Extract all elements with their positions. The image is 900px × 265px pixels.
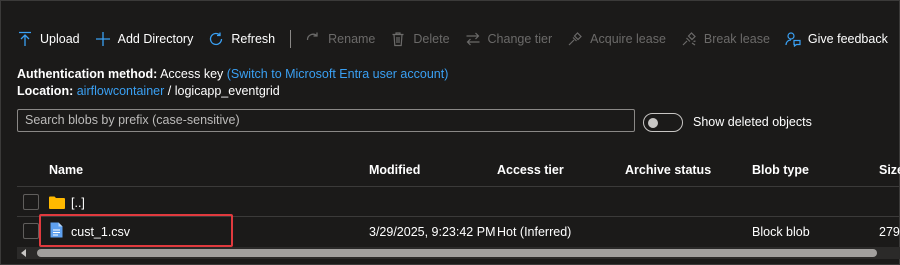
change-tier-label: Change tier xyxy=(487,32,553,46)
refresh-label: Refresh xyxy=(231,32,276,46)
location-line: Location: airflowcontainer / logicapp_ev… xyxy=(17,83,448,100)
header-divider xyxy=(17,186,900,187)
connection-info: Authentication method: Access key (Switc… xyxy=(17,66,448,100)
location-label: Location: xyxy=(17,84,74,98)
column-header-access-tier[interactable]: Access tier xyxy=(497,163,564,177)
current-folder: logicapp_eventgrid xyxy=(174,84,280,98)
upload-icon xyxy=(19,31,31,46)
delete-button[interactable]: Delete xyxy=(390,27,464,51)
search-input[interactable]: Search blobs by prefix (case-sensitive) xyxy=(17,109,635,132)
row-blob-type: Block blob xyxy=(752,225,810,239)
row-checkbox[interactable] xyxy=(23,194,39,210)
row-modified: 3/29/2025, 9:23:42 PM xyxy=(369,225,496,239)
row-name[interactable]: [..] xyxy=(71,196,85,210)
search-placeholder: Search blobs by prefix (case-sensitive) xyxy=(25,113,240,127)
lease-icon xyxy=(568,32,583,46)
row-size: 279 xyxy=(879,225,900,239)
change-tier-button[interactable]: Change tier xyxy=(465,27,568,51)
column-header-name[interactable]: Name xyxy=(49,163,83,177)
column-header-archive-status[interactable]: Archive status xyxy=(625,163,711,177)
add-directory-label: Add Directory xyxy=(117,32,194,46)
folder-icon xyxy=(49,196,65,209)
rename-button[interactable]: Rename xyxy=(305,27,390,51)
rename-icon xyxy=(306,32,318,41)
column-header-blob-type[interactable]: Blob type xyxy=(752,163,809,177)
swap-icon xyxy=(466,32,480,46)
column-header-size[interactable]: Size xyxy=(879,163,900,177)
delete-label: Delete xyxy=(413,32,450,46)
highlight-box xyxy=(39,214,233,247)
rename-label: Rename xyxy=(328,32,376,46)
column-header-modified[interactable]: Modified xyxy=(369,163,420,177)
feedback-icon xyxy=(785,32,801,47)
break-lease-label: Break lease xyxy=(703,32,770,46)
acquire-lease-button[interactable]: Acquire lease xyxy=(567,27,681,51)
refresh-icon xyxy=(210,32,223,46)
path-separator: / xyxy=(167,84,172,98)
row-access-tier: Hot (Inferred) xyxy=(497,225,572,239)
scroll-left-icon[interactable] xyxy=(21,249,26,257)
give-feedback-button[interactable]: Give feedback xyxy=(785,27,900,51)
horizontal-scrollbar[interactable] xyxy=(17,247,900,259)
trash-icon xyxy=(392,32,404,47)
auth-method-label: Authentication method: xyxy=(17,67,158,81)
upload-button[interactable]: Upload xyxy=(17,27,95,51)
scrollbar-thumb[interactable] xyxy=(37,249,877,257)
acquire-lease-label: Acquire lease xyxy=(590,32,666,46)
toggle-knob xyxy=(648,118,658,128)
plus-icon xyxy=(95,32,110,46)
auth-method-value: Access key xyxy=(160,67,224,81)
break-lease-button[interactable]: Break lease xyxy=(681,27,785,51)
toolbar-divider xyxy=(290,30,292,48)
container-link[interactable]: airflowcontainer xyxy=(77,84,165,98)
break-lease-icon xyxy=(682,32,696,46)
refresh-button[interactable]: Refresh xyxy=(208,27,290,51)
show-deleted-toggle[interactable] xyxy=(643,113,683,132)
switch-auth-link[interactable]: (Switch to Microsoft Entra user account) xyxy=(227,67,449,81)
show-deleted-label: Show deleted objects xyxy=(693,115,812,129)
add-directory-button[interactable]: Add Directory xyxy=(95,27,209,51)
command-bar: Upload Add Directory Refresh Rename Dele… xyxy=(17,27,900,51)
row-checkbox[interactable] xyxy=(23,223,39,239)
upload-label: Upload xyxy=(40,32,80,46)
auth-method-line: Authentication method: Access key (Switc… xyxy=(17,66,448,83)
storage-browser-panel: Upload Add Directory Refresh Rename Dele… xyxy=(0,0,900,265)
give-feedback-label: Give feedback xyxy=(807,32,888,46)
